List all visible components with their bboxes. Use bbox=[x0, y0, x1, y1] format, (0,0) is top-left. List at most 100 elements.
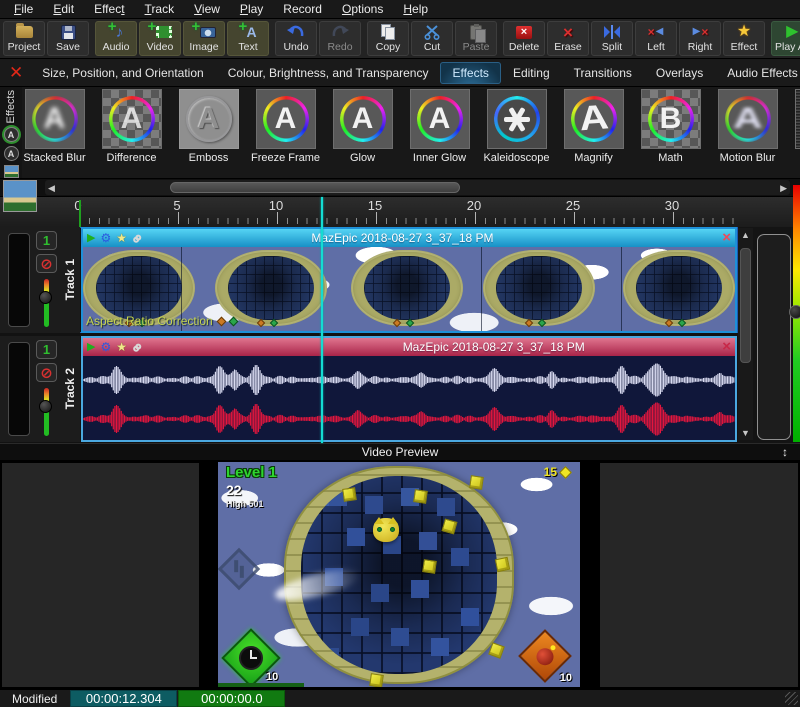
clip-effects-star-icon[interactable]: ★ bbox=[116, 232, 127, 244]
resize-grip[interactable] bbox=[785, 692, 798, 705]
effect-category-a-button[interactable]: A bbox=[4, 146, 19, 161]
toolbar-button-image[interactable]: +Image bbox=[183, 21, 225, 56]
video-clip-close-icon[interactable]: × bbox=[722, 229, 731, 246]
menu-view[interactable]: View bbox=[184, 1, 230, 17]
menu-play[interactable]: Play bbox=[230, 1, 273, 17]
timeline-horizontal-scrollbar[interactable]: ◀ ▶ bbox=[45, 180, 790, 195]
delete-icon: × bbox=[516, 23, 532, 41]
effect-thumbnail bbox=[487, 89, 547, 149]
close-panel-icon[interactable]: ✕ bbox=[2, 64, 30, 81]
effect-item-glow[interactable]: AGlow bbox=[332, 89, 393, 178]
effect-item-inner-glow[interactable]: AInner Glow bbox=[409, 89, 470, 178]
track-2-volume-slider[interactable] bbox=[44, 388, 49, 436]
clip-settings-gear-icon[interactable]: ⚙ bbox=[100, 341, 111, 353]
effect-item-stacked-blur[interactable]: AStacked Blur bbox=[24, 89, 85, 178]
volume-knob[interactable] bbox=[39, 400, 52, 413]
timeline-level-slider[interactable] bbox=[793, 185, 800, 442]
tab-transitions[interactable]: Transitions bbox=[562, 62, 644, 84]
toolbar-button-copy[interactable]: Copy bbox=[367, 21, 409, 56]
menu-track[interactable]: Track bbox=[135, 1, 185, 17]
timeline-ruler[interactable]: 051015202530 bbox=[0, 196, 800, 227]
track-2-number-button[interactable]: 1 bbox=[36, 340, 57, 359]
clip-effects-star-icon[interactable]: ★ bbox=[116, 341, 127, 353]
clip-link-icon[interactable] bbox=[132, 342, 143, 353]
menu-record[interactable]: Record bbox=[273, 1, 332, 17]
effect-item-freeze-frame[interactable]: AFreeze Frame bbox=[255, 89, 316, 178]
toolbar-button-label: Erase bbox=[554, 41, 581, 54]
toolbar-button-text[interactable]: +AText bbox=[227, 21, 269, 56]
menu-options[interactable]: Options bbox=[332, 1, 393, 17]
tab-overlays[interactable]: Overlays bbox=[644, 62, 715, 84]
video-preview-frame: Level 1 22 High 501 15 10 10 bbox=[218, 462, 580, 687]
scroll-down-icon[interactable]: ▼ bbox=[738, 428, 753, 438]
effect-label: Magnify bbox=[574, 152, 613, 164]
effect-star-icon: ★ bbox=[737, 23, 751, 41]
level-slider-knob[interactable] bbox=[789, 305, 800, 319]
video-clip-thumbnails: Aspect Ratio Correction bbox=[83, 247, 735, 331]
toolbar-button-cut[interactable]: Cut bbox=[411, 21, 453, 56]
toolbar-button-paste[interactable]: Paste bbox=[455, 21, 497, 56]
effect-item-math[interactable]: BMath bbox=[640, 89, 701, 178]
scroll-right-icon[interactable]: ▶ bbox=[780, 181, 787, 195]
effect-item-difference[interactable]: ADifference bbox=[101, 89, 162, 178]
track-1-number-button[interactable]: 1 bbox=[36, 231, 57, 250]
menu-file[interactable]: File bbox=[4, 1, 43, 17]
tab-editing[interactable]: Editing bbox=[501, 62, 562, 84]
toolbar-button-play-all[interactable]: ▶Play All bbox=[771, 21, 800, 56]
effect-category-a-button-selected[interactable]: A bbox=[4, 127, 19, 142]
media-thumbnail-icon[interactable] bbox=[4, 165, 19, 178]
track-2-mute-icon[interactable]: ⊘ bbox=[36, 363, 57, 382]
toolbar-button-undo[interactable]: Undo bbox=[275, 21, 317, 56]
track-2-header: 1 ⊘ Track 2 bbox=[0, 336, 80, 442]
effect-item-kaleidoscope[interactable]: Kaleidoscope bbox=[486, 89, 547, 178]
track-1-mute-icon[interactable]: ⊘ bbox=[36, 254, 57, 273]
audio-clip-close-icon[interactable]: × bbox=[722, 338, 731, 355]
toolbar-button-redo[interactable]: Redo bbox=[319, 21, 361, 56]
effects-tab-bar: ✕ Size, Position, and OrientationColour,… bbox=[0, 58, 800, 86]
clip-settings-gear-icon[interactable]: ⚙ bbox=[100, 232, 111, 244]
tab-list: Size, Position, and OrientationColour, B… bbox=[30, 62, 800, 84]
scrollbar-thumb[interactable] bbox=[170, 182, 460, 193]
scrollbar-thumb[interactable] bbox=[740, 248, 751, 363]
toolbar-button-audio[interactable]: +♪Audio bbox=[95, 21, 137, 56]
add-text-icon: +A bbox=[239, 23, 256, 41]
toolbar-button-left[interactable]: ×◀Left bbox=[635, 21, 677, 56]
toolbar-button-erase[interactable]: ×Erase bbox=[547, 21, 589, 56]
menu-edit[interactable]: Edit bbox=[43, 1, 84, 17]
clip-link-icon[interactable] bbox=[132, 233, 143, 244]
toolbar-button-label: Play All bbox=[775, 41, 800, 54]
sequence-preview-thumbnail[interactable] bbox=[3, 180, 37, 212]
scroll-left-icon[interactable]: ◀ bbox=[48, 181, 55, 195]
timeline-zoom-panel[interactable] bbox=[757, 234, 791, 440]
toolbar-button-video[interactable]: +Video bbox=[139, 21, 181, 56]
toolbar-button-project[interactable]: Project bbox=[3, 21, 45, 56]
toolbar-button-delete[interactable]: ×Delete bbox=[503, 21, 545, 56]
timeline-vertical-scrollbar[interactable]: ▲ ▼ bbox=[738, 228, 753, 440]
menu-help[interactable]: Help bbox=[393, 1, 438, 17]
toolbar-button-label: Effect bbox=[731, 41, 758, 54]
tab-size-position-and-orientation[interactable]: Size, Position, and Orientation bbox=[30, 62, 215, 84]
toolbar-button-save[interactable]: Save bbox=[47, 21, 89, 56]
effect-item-motion-blur[interactable]: AMotion Blur bbox=[717, 89, 778, 178]
clip-play-icon[interactable]: ▶ bbox=[87, 342, 95, 353]
track-1-volume-slider[interactable] bbox=[44, 279, 49, 327]
audio-clip[interactable]: ▶ ⚙ ★ MazEpic 2018-08-27 3_37_18 PM × bbox=[81, 336, 737, 442]
scroll-up-icon[interactable]: ▲ bbox=[738, 230, 753, 240]
video-clip[interactable]: ▶ ⚙ ★ MazEpic 2018-08-27 3_37_18 PM × As… bbox=[81, 227, 737, 333]
resize-updown-icon[interactable]: ↕ bbox=[782, 445, 788, 459]
tab-effects[interactable]: Effects bbox=[440, 62, 500, 84]
toolbar-button-split[interactable]: Split bbox=[591, 21, 633, 56]
toolbar: ProjectSave+♪Audio+Video+Image+ATextUndo… bbox=[0, 18, 800, 58]
toolbar-button-label: Image bbox=[189, 41, 218, 54]
clip-play-icon[interactable]: ▶ bbox=[87, 233, 95, 244]
toolbar-button-effect[interactable]: ★Effect bbox=[723, 21, 765, 56]
menu-effect[interactable]: Effect bbox=[84, 1, 134, 17]
playhead-cursor[interactable] bbox=[321, 197, 323, 443]
tab-audio-effects[interactable]: Audio Effects bbox=[715, 62, 800, 84]
effect-item-partial[interactable] bbox=[794, 89, 800, 178]
tab-colour-brightness-and-transparency[interactable]: Colour, Brightness, and Transparency bbox=[216, 62, 441, 84]
volume-knob[interactable] bbox=[39, 291, 52, 304]
toolbar-button-right[interactable]: ▶×Right bbox=[679, 21, 721, 56]
effect-item-emboss[interactable]: AEmboss bbox=[178, 89, 239, 178]
effect-item-magnify[interactable]: AMagnify bbox=[563, 89, 624, 178]
